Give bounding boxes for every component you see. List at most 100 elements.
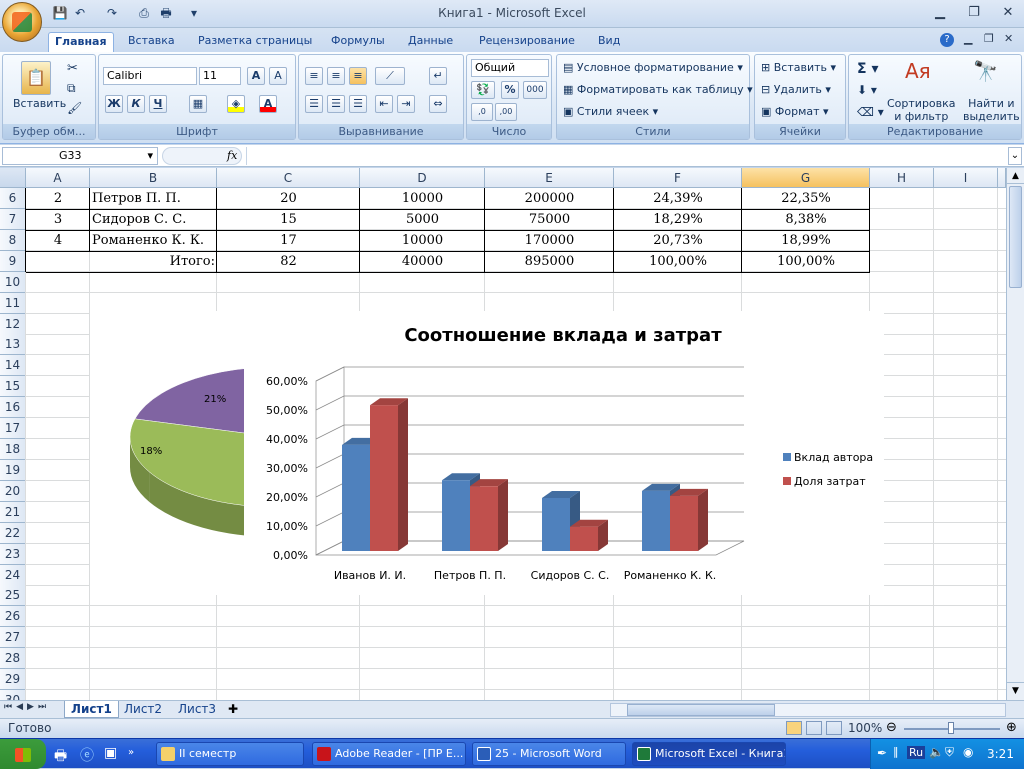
horizontal-scrollbar[interactable] [610, 703, 1006, 717]
cell-a[interactable]: 2 [28, 188, 88, 209]
row-header[interactable]: 20 [0, 480, 26, 502]
font-name-select[interactable]: Calibri [103, 67, 197, 85]
tab-home[interactable]: Главная [48, 32, 114, 52]
tab-insert[interactable]: Вставка [122, 32, 181, 52]
row-header[interactable]: 29 [0, 669, 26, 691]
tray-sound-icon[interactable]: 🔈 [929, 745, 944, 759]
office-button[interactable] [2, 2, 42, 42]
page-layout-view-icon[interactable] [806, 721, 822, 735]
column-header-b[interactable]: B [90, 168, 217, 188]
normal-view-icon[interactable] [786, 721, 802, 735]
scroll-thumb[interactable] [1009, 186, 1022, 288]
row-header[interactable]: 16 [0, 397, 26, 419]
cell-f[interactable]: 18,29% [616, 209, 740, 230]
align-left-icon[interactable]: ☰ [305, 95, 323, 113]
tab-data[interactable]: Данные [402, 32, 459, 52]
column-header-a[interactable]: A [26, 168, 90, 188]
chart-object[interactable]: 21% 18% Соотношение вклада и затрат 0,00% 10… [90, 311, 884, 595]
tab-view[interactable]: Вид [592, 32, 626, 52]
column-header-g[interactable]: G [742, 168, 870, 188]
tray-pen-icon[interactable]: ✒ [877, 746, 887, 760]
column-header-i[interactable]: I [934, 168, 998, 188]
row-header[interactable]: 17 [0, 418, 26, 440]
align-top-icon[interactable]: ≡ [305, 67, 323, 85]
column-header-f[interactable]: F [614, 168, 742, 188]
quicklaunch-ie-icon[interactable]: ⓔ [80, 745, 94, 765]
decrease-decimal-icon[interactable]: ,00 [495, 103, 517, 121]
cell-f[interactable]: 24,39% [616, 188, 740, 209]
orientation-icon[interactable]: ⟋ [375, 67, 405, 85]
cell-e[interactable]: 200000 [487, 188, 612, 209]
row-header[interactable]: 21 [0, 501, 26, 523]
percent-button[interactable]: % [501, 81, 519, 99]
row-header[interactable]: 18 [0, 439, 26, 461]
zoom-out-icon[interactable]: ⊖ [886, 720, 897, 735]
row-header[interactable]: 27 [0, 627, 26, 649]
italic-button[interactable]: К [127, 95, 145, 113]
column-header-e[interactable]: E [485, 168, 614, 188]
task-folder[interactable]: II семестр [156, 742, 304, 766]
quicklaunch-desktop-icon[interactable]: ▣ [104, 745, 117, 761]
cell-g[interactable]: 100,00% [744, 251, 868, 272]
cell-f[interactable]: 20,73% [616, 230, 740, 251]
wrap-text-icon[interactable]: ↵ [429, 67, 447, 85]
column-header-c[interactable]: C [217, 168, 360, 188]
find-binoculars-icon[interactable]: 🔭 [973, 59, 998, 83]
zoom-slider-thumb[interactable] [948, 722, 954, 734]
borders-icon[interactable]: ▦ [189, 95, 207, 113]
row-header[interactable]: 8 [0, 229, 26, 251]
cell-b[interactable]: Романенко К. К. [92, 230, 215, 251]
cell-d[interactable]: 40000 [362, 251, 483, 272]
underline-button[interactable]: Ч [149, 95, 167, 113]
cell-d[interactable]: 10000 [362, 230, 483, 251]
cell-f[interactable]: 100,00% [616, 251, 740, 272]
tray-expand-icon[interactable]: ‖ [893, 745, 899, 758]
sort-filter-button[interactable]: Сортировка и фильтр [887, 97, 956, 123]
minimize-icon[interactable]: ▁ [928, 3, 952, 23]
insert-function-icon[interactable]: fx [227, 149, 237, 162]
row-header[interactable]: 15 [0, 376, 26, 398]
font-size-select[interactable]: 11 [199, 67, 241, 85]
currency-icon[interactable]: 💱 [471, 81, 495, 99]
close-icon[interactable]: ✕ [996, 3, 1020, 23]
align-right-icon[interactable]: ☰ [349, 95, 367, 113]
cell-d[interactable]: 10000 [362, 188, 483, 209]
merge-cells-icon[interactable]: ⇔ [429, 95, 447, 113]
decrease-indent-icon[interactable]: ⇤ [375, 95, 393, 113]
conditional-formatting-button[interactable]: ▤ Условное форматирование ▾ [563, 61, 743, 74]
column-header-d[interactable]: D [360, 168, 485, 188]
close-workbook-icon[interactable]: ✕ [1004, 32, 1013, 45]
bold-button[interactable]: Ж [105, 95, 123, 113]
cell-b[interactable]: Сидоров С. С. [92, 209, 215, 230]
cell-e[interactable]: 170000 [487, 230, 612, 251]
row-header[interactable]: 14 [0, 355, 26, 377]
row-header[interactable]: 9 [0, 250, 26, 272]
scroll-up-icon[interactable]: ▲ [1007, 168, 1024, 184]
format-painter-icon[interactable]: 🖌 [67, 101, 82, 115]
row-header[interactable]: 12 [0, 313, 26, 335]
tray-antivirus-icon[interactable]: ⛨ [945, 745, 954, 760]
row-header[interactable]: 13 [0, 334, 26, 356]
help-icon[interactable]: ? [940, 33, 954, 47]
cell-a[interactable] [28, 251, 88, 272]
sort-filter-icon[interactable]: Ая [905, 59, 931, 83]
fill-icon[interactable]: ⬇ ▾ [857, 83, 877, 97]
cut-icon[interactable]: ✂ [67, 61, 78, 76]
cell-c[interactable]: 82 [219, 251, 358, 272]
name-box[interactable]: G33 ▾ [2, 147, 158, 165]
cell-e[interactable]: 75000 [487, 209, 612, 230]
delete-cells-button[interactable]: ⊟ Удалить ▾ [761, 83, 831, 96]
cell-c[interactable]: 20 [219, 188, 358, 209]
quicklaunch-more-icon[interactable]: » [128, 747, 134, 758]
autosum-icon[interactable]: Σ ▾ [857, 61, 878, 77]
align-middle-icon[interactable]: ≡ [327, 67, 345, 85]
restore-icon[interactable]: ❐ [962, 3, 986, 23]
row-header[interactable]: 24 [0, 564, 26, 586]
row-header[interactable]: 7 [0, 208, 26, 230]
hscroll-thumb[interactable] [627, 704, 775, 716]
sheet-tab-3[interactable]: Лист3 [172, 701, 222, 718]
align-bottom-icon[interactable]: ≡ [349, 67, 367, 85]
copy-icon[interactable]: ⧉ [67, 81, 76, 96]
find-select-button[interactable]: Найти и выделить [963, 97, 1020, 123]
task-excel[interactable]: Microsoft Excel - Книга1 [632, 742, 786, 766]
